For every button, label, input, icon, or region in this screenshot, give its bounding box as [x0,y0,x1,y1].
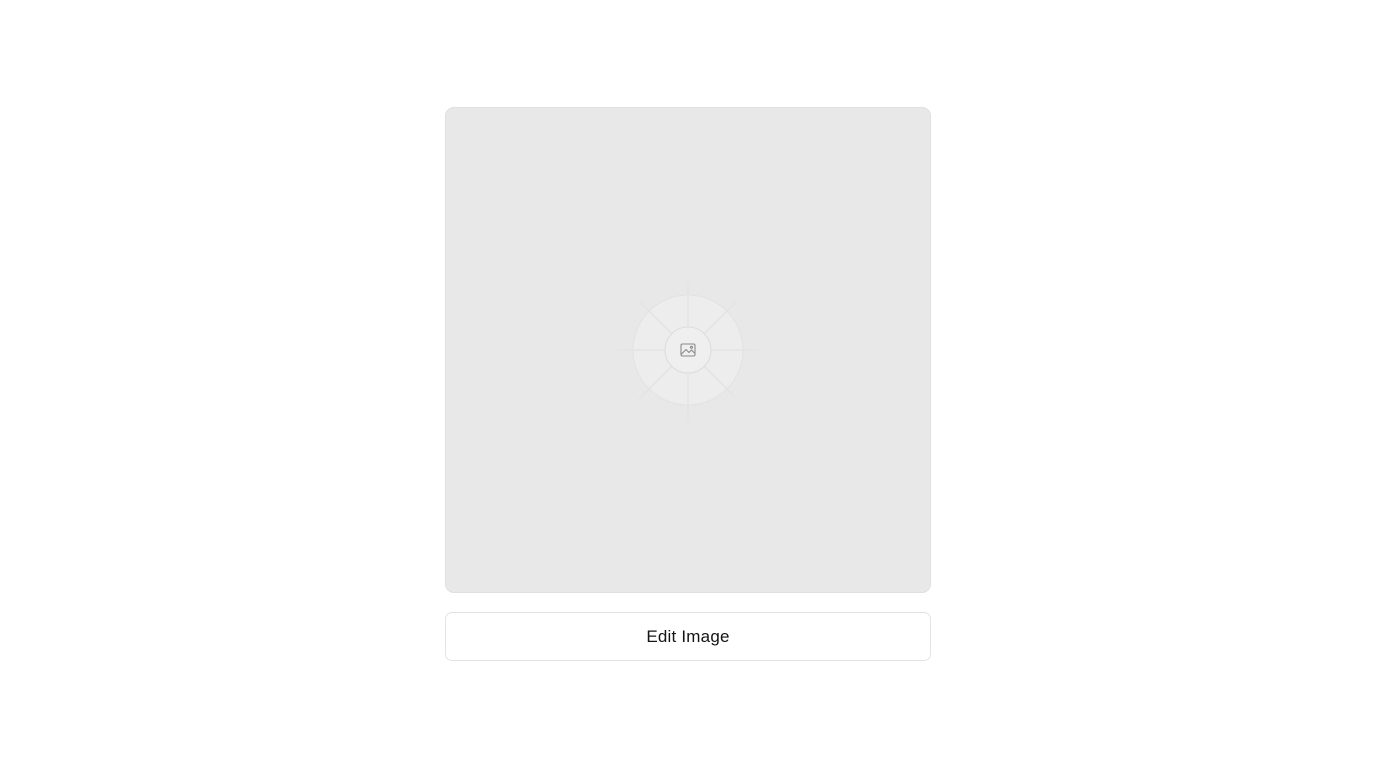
page: Edit Image [0,0,1376,768]
image-placeholder-graphic [608,270,768,430]
image-placeholder [445,107,931,593]
inner-circle [664,326,712,374]
edit-image-button-label: Edit Image [646,626,730,646]
edit-image-button[interactable]: Edit Image [445,612,931,661]
